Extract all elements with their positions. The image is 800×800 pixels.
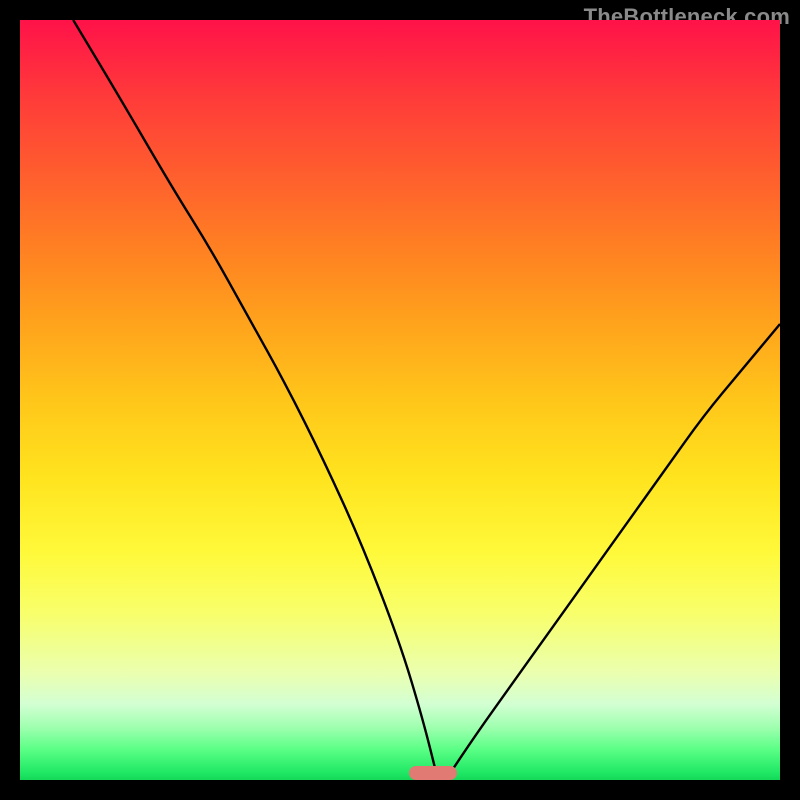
left-curve-path — [73, 20, 438, 780]
chart-container: TheBottleneck.com — [0, 0, 800, 800]
plot-area — [20, 20, 780, 780]
minimum-marker — [409, 766, 457, 780]
curve-layer — [20, 20, 780, 780]
right-curve-path — [446, 324, 780, 780]
